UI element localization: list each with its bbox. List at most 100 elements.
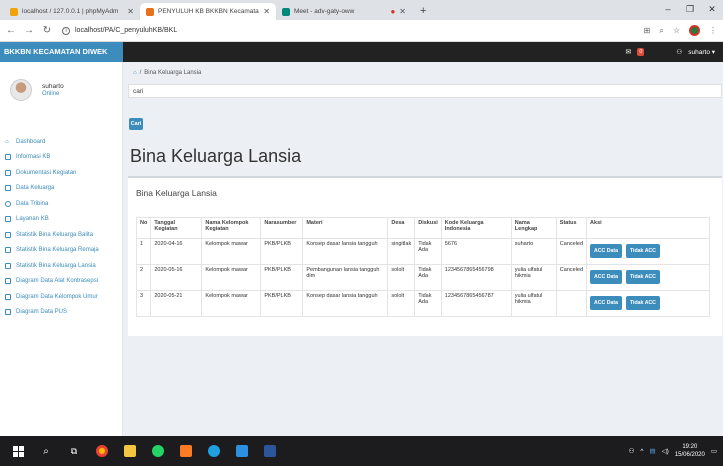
breadcrumb-current: Bina Keluarga Lansia <box>144 70 202 76</box>
window-controls: – ❐ ✕ <box>657 0 723 20</box>
table-cell: 2020-04-16 <box>150 238 203 265</box>
profile-avatar-icon[interactable] <box>689 25 700 36</box>
table-row: 1 2020-04-16 Kelompok mawar PKB/PLKB Kon… <box>135 238 710 265</box>
close-tab-icon[interactable]: ✕ <box>399 7 406 16</box>
list-icon <box>5 262 11 269</box>
app-header: BKKBN KECAMATAN DIWEK ✉ 0 ⚇ suharto ▾ <box>0 42 723 62</box>
header-right: ✉ 0 ⚇ suharto ▾ <box>625 48 723 56</box>
sidebar-item-informasi-kb[interactable]: Informasi KB <box>0 150 122 166</box>
sidebar-item-dokumentasi-kegiatan[interactable]: Dokumentasi Kegiatan <box>0 165 122 181</box>
reload-icon[interactable]: ↻ <box>42 25 52 36</box>
people-icon[interactable]: ⚇ <box>629 447 635 455</box>
table-cell: 5676 <box>440 238 512 265</box>
recording-dot-icon: ● <box>390 7 396 16</box>
file-explorer-icon[interactable] <box>116 436 144 466</box>
action-cell: ACC Data Tidak ACC <box>586 238 710 265</box>
maximize-icon[interactable]: ❐ <box>679 0 701 20</box>
tidak-acc-button[interactable]: Tidak ACC <box>625 270 660 284</box>
sidebar-item-dashboard[interactable]: ⌂ Dashboard <box>0 134 122 150</box>
task-view-icon[interactable]: ⧉ <box>60 436 88 466</box>
browser-tab[interactable]: localhost / 127.0.0.1 | phpMyAdm ✕ <box>4 3 140 20</box>
sidebar-item-label: Diagram Data Alat Kontrasepsi <box>16 278 99 285</box>
home-icon[interactable]: ⌂ <box>133 70 137 76</box>
close-tab-icon[interactable]: ✕ <box>263 7 270 16</box>
close-tab-icon[interactable]: ✕ <box>127 7 134 16</box>
back-arrow-icon[interactable]: ← <box>6 25 16 36</box>
circle-icon <box>5 200 11 207</box>
browser-tab-active[interactable]: PENYULUH KB BKKBN Kecamata ✕ <box>140 3 276 20</box>
volume-icon[interactable]: ◁) <box>662 447 669 455</box>
chrome-icon[interactable] <box>88 436 116 466</box>
table-cell: Kelompok mawar <box>201 238 262 265</box>
network-icon[interactable]: ▤ <box>649 447 655 455</box>
sidebar-item-diagram-kontrasepsi[interactable]: Diagram Data Alat Kontrasepsi <box>0 274 122 290</box>
close-window-icon[interactable]: ✕ <box>701 0 723 20</box>
sidebar-item-diagram-pus[interactable]: Diagram Data PUS <box>0 305 122 321</box>
action-cell: ACC Data Tidak ACC <box>586 264 710 291</box>
sidebar-item-diagram-umur[interactable]: Diagram Data Kelompok Umur <box>0 289 122 305</box>
tidak-acc-button[interactable]: Tidak ACC <box>625 296 660 310</box>
xampp-icon[interactable] <box>172 436 200 466</box>
new-tab-button[interactable]: + <box>412 5 434 20</box>
bookmark-star-icon[interactable]: ☆ <box>673 26 680 35</box>
table-cell: PKB/PLKB <box>260 290 304 317</box>
acc-data-button[interactable]: ACC Data <box>590 244 622 258</box>
table-cell: yulia ulfatul hikmia <box>510 264 557 291</box>
list-icon <box>5 185 11 192</box>
sidebar-item-label: Dashboard <box>16 138 46 145</box>
clock[interactable]: 19:20 15/06/2020 <box>675 443 705 459</box>
sidebar-item-label: Diagram Data Kelompok Umur <box>16 293 98 300</box>
column-header: No <box>135 217 152 239</box>
start-button[interactable] <box>4 436 32 466</box>
chevron-up-icon[interactable]: ^ <box>640 448 643 455</box>
acc-data-button[interactable]: ACC Data <box>590 296 622 310</box>
table-cell: Konsep dasar lansia tangguh <box>302 290 389 317</box>
notification-badge: 0 <box>637 48 645 56</box>
sidebar-item-statistik-balita[interactable]: Statistik Bina Keluarga Balita <box>0 227 122 243</box>
zoom-icon[interactable]: ⌕ <box>659 26 663 36</box>
list-icon <box>5 231 11 238</box>
forward-arrow-icon[interactable]: → <box>24 25 34 36</box>
kebab-menu-icon[interactable]: ⋮ <box>709 26 717 35</box>
table-cell: sololt <box>387 264 416 291</box>
list-icon <box>5 154 11 161</box>
table-cell: PKB/PLKB <box>260 238 304 265</box>
sidebar-item-label: Statistik Bina Keluarga Balita <box>16 231 94 238</box>
url-field[interactable]: i localhost/PA/C_penyuluhKB/BKL <box>60 23 636 39</box>
minimize-icon[interactable]: – <box>657 0 679 20</box>
notification-center-icon[interactable]: ▭ <box>711 447 717 455</box>
search-button[interactable]: Cari <box>129 118 143 130</box>
sidebar-user-status: Online <box>42 91 60 97</box>
sidebar-item-layanan-kb[interactable]: Layanan KB <box>0 212 122 228</box>
word-icon[interactable] <box>256 436 284 466</box>
sidebar: suharto Online ⌂ Dashboard Informasi KB D… <box>0 62 123 436</box>
user-menu[interactable]: suharto ▾ <box>688 48 715 56</box>
search-input[interactable] <box>128 84 722 98</box>
sidebar-item-label: Data Tribina <box>16 200 49 207</box>
whatsapp-icon[interactable] <box>144 436 172 466</box>
vscode-icon[interactable] <box>228 436 256 466</box>
table-cell: suharto <box>510 238 557 265</box>
app-brand[interactable]: BKKBN KECAMATAN DIWEK <box>0 42 123 62</box>
column-header: Nama Kelompok Kegiatan <box>201 217 262 239</box>
tidak-acc-button[interactable]: Tidak ACC <box>625 244 660 258</box>
sidebar-item-data-tribina[interactable]: Data Tribina <box>0 196 122 212</box>
table-cell: singitlak <box>387 238 416 265</box>
browser-tab[interactable]: Meet - adv-gaty-oww ● ✕ <box>276 3 412 20</box>
translate-icon[interactable]: ⊞ <box>644 26 651 35</box>
sidebar-item-statistik-remaja[interactable]: Statistik Bina Keluarga Remaja <box>0 243 122 259</box>
table-cell: 2 <box>135 264 152 291</box>
sidebar-menu: ⌂ Dashboard Informasi KB Dokumentasi Kegi… <box>0 134 122 320</box>
column-header: Kode Keluarga Indonesia <box>440 217 512 239</box>
table-cell: Tidak Ada <box>414 264 442 291</box>
sidebar-item-data-keluarga[interactable]: Data Keluarga <box>0 181 122 197</box>
search-icon[interactable]: ⌕ <box>32 436 60 466</box>
edge-icon[interactable] <box>200 436 228 466</box>
windows-logo-icon <box>12 445 24 457</box>
mail-icon[interactable]: ✉ <box>625 48 631 56</box>
tab-title: PENYULUH KB BKKBN Kecamata <box>158 8 259 15</box>
sidebar-item-statistik-lansia[interactable]: Statistik Bina Keluarga Lansia <box>0 258 122 274</box>
info-icon[interactable]: i <box>62 26 70 35</box>
table-cell: Tidak Ada <box>414 290 442 317</box>
acc-data-button[interactable]: ACC Data <box>590 270 622 284</box>
